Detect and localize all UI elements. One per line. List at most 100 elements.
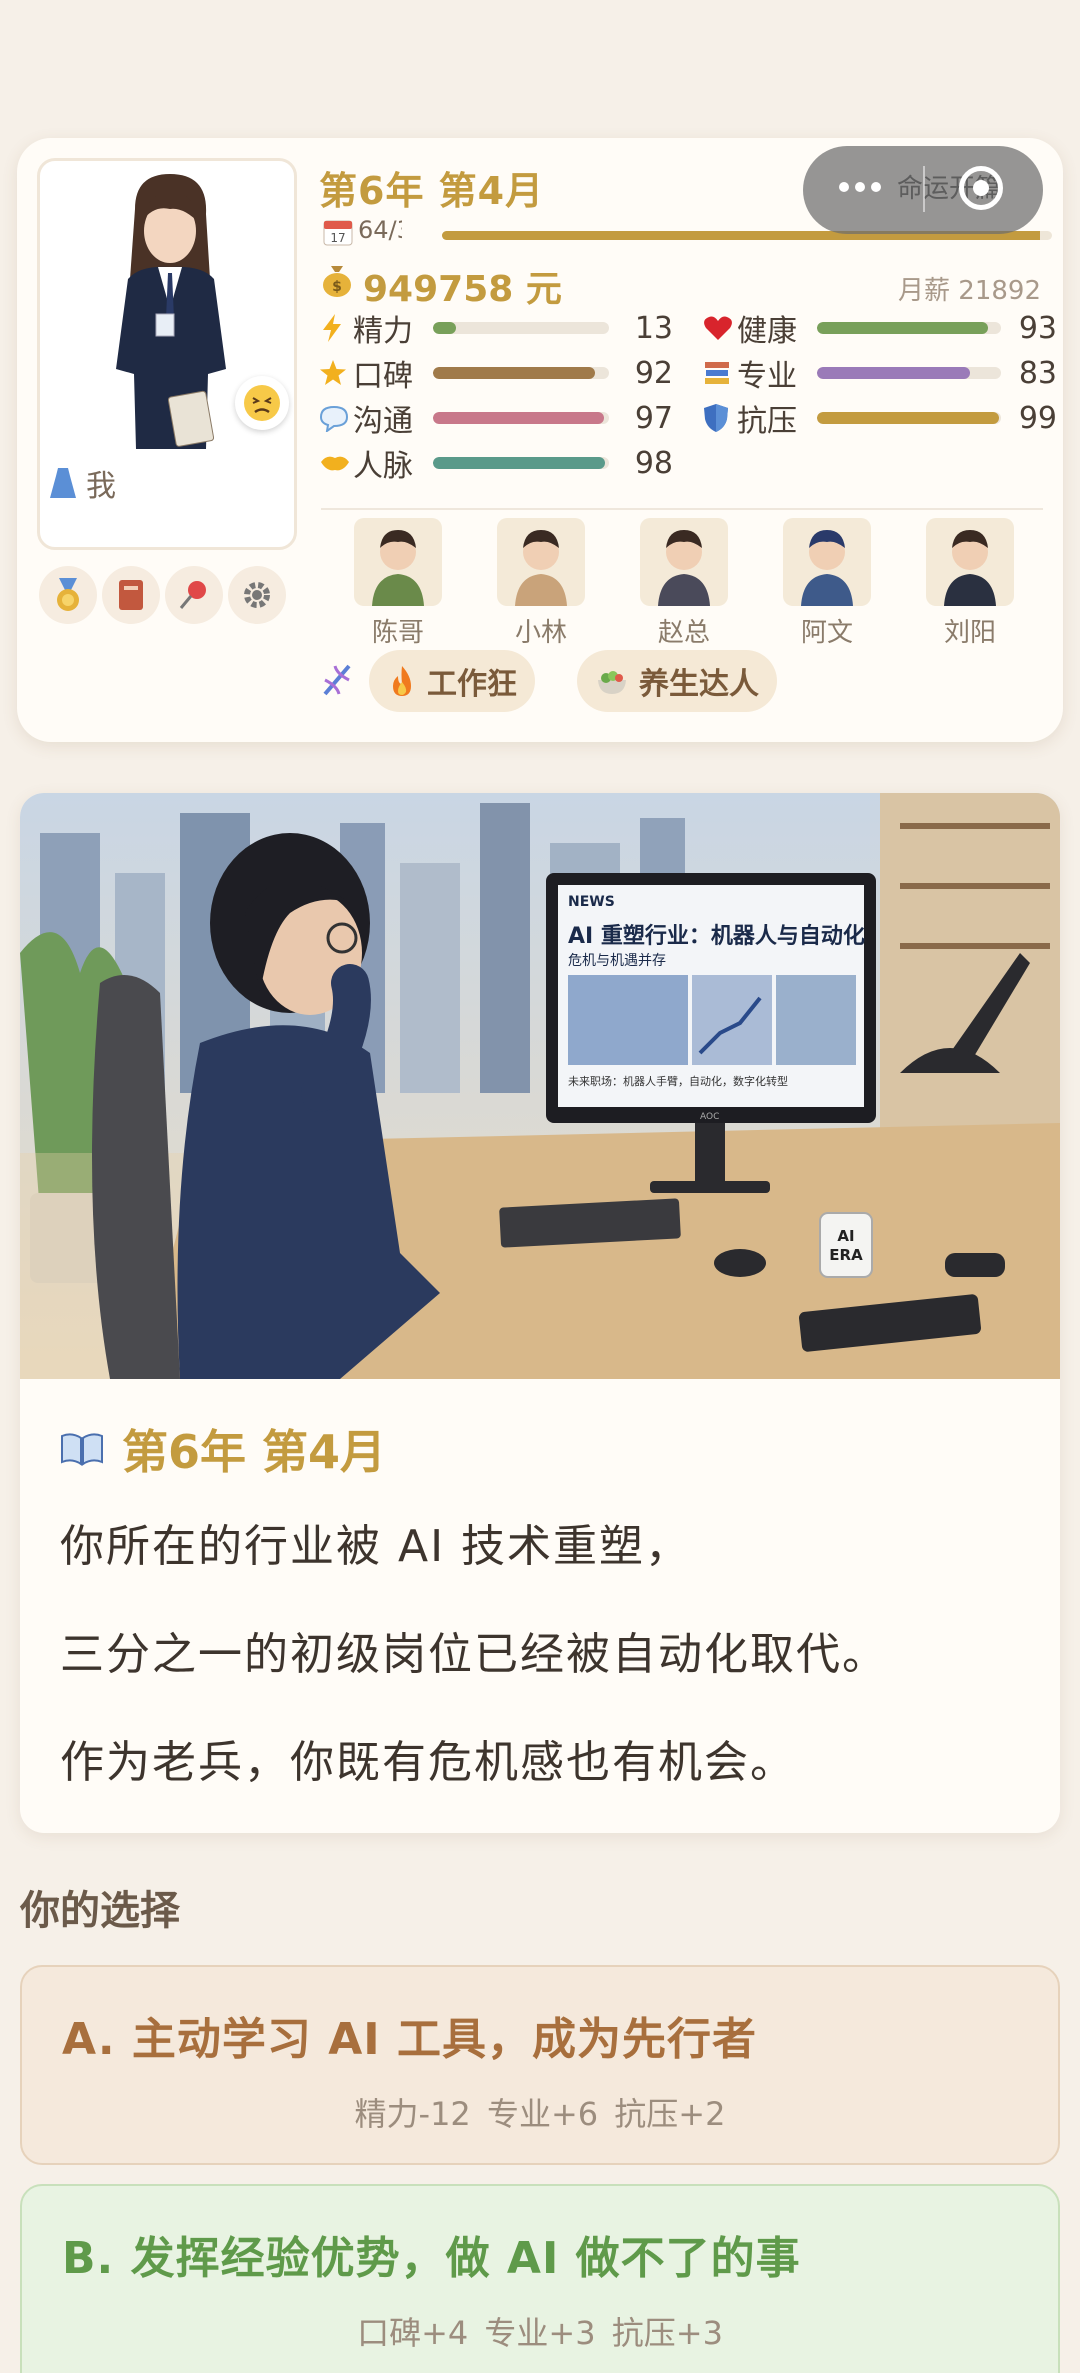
story-title-text: 第6年 第4月	[122, 1425, 387, 1479]
screen-title: AI 重塑行业：机器人与自动化	[568, 923, 865, 949]
choice-b-button[interactable]: B. 发挥经验优势，做 AI 做不了的事 口碑+4 专业+3 抗压+3	[20, 2184, 1060, 2373]
stat-shield: 抗压 99	[703, 396, 1057, 440]
medal-icon[interactable]	[39, 566, 97, 624]
npc-avatar	[354, 518, 442, 606]
mood-tired-icon	[235, 376, 289, 430]
stat-lightning: 精力 13	[319, 306, 673, 350]
player-name: 我	[86, 469, 116, 504]
stat-books: 专业 83	[703, 351, 1057, 395]
player-name-row: 我	[48, 461, 116, 505]
books-icon	[703, 359, 737, 387]
stat-label: 口碑	[353, 359, 413, 394]
salad-icon	[595, 666, 629, 696]
mug-text-2: ERA	[829, 1246, 863, 1264]
npc-avatar	[783, 518, 871, 606]
date-title: 第6年 第4月	[319, 169, 545, 213]
stat-bar	[817, 367, 1001, 379]
player-avatar[interactable]: 我	[37, 158, 297, 550]
stat-speech-bubble: 沟通 97	[319, 396, 673, 440]
choice-a-effects: 精力-12 专业+6 抗压+2	[354, 2095, 726, 2133]
npc-4[interactable]: 阿文	[772, 518, 882, 649]
status-card: 我 第6年 第4月 17 64/36 $ 949758 元 月薪 21892 精…	[17, 138, 1063, 742]
dress-icon	[50, 468, 76, 498]
gear-icon[interactable]	[228, 566, 286, 624]
stat-label: 沟通	[353, 404, 413, 439]
more-menu-icon[interactable]	[839, 182, 881, 192]
choice-b-title: B. 发挥经验优势，做 AI 做不了的事	[62, 2233, 801, 2284]
day-progress-text: 64/36	[358, 216, 402, 244]
stat-heart: 健康 93	[703, 306, 1057, 350]
story-line-3: 作为老兵，你既有危机感也有机会。	[60, 1737, 796, 1788]
stat-bar	[433, 367, 609, 379]
npc-name: 阿文	[800, 618, 853, 648]
svg-text:$: $	[332, 279, 342, 295]
npc-avatar	[497, 518, 585, 606]
choice-a-button[interactable]: A. 主动学习 AI 工具，成为先行者 精力-12 专业+6 抗压+2	[20, 1965, 1060, 2165]
stat-label: 健康	[737, 314, 797, 349]
story-line-2: 三分之一的初级岗位已经被自动化取代。	[60, 1629, 888, 1680]
story-illustration: NEWS AI 重塑行业：机器人与自动化 危机与机遇并存 未来职场：机器人手臂，…	[20, 793, 1060, 1379]
stat-value: 13	[634, 310, 673, 346]
money-bag-icon: $	[323, 266, 351, 297]
npc-avatar	[640, 518, 728, 606]
heart-icon	[703, 314, 737, 342]
close-miniprogram-icon[interactable]	[959, 166, 1003, 210]
open-book-icon	[61, 1433, 103, 1466]
stat-value: 98	[634, 445, 673, 481]
story-title: 第6年 第4月	[58, 1416, 386, 1482]
calendar-icon: 17	[323, 220, 353, 246]
story-line-1: 你所在的行业被 AI 技术重塑，	[60, 1521, 692, 1572]
speech-bubble-icon	[319, 404, 353, 432]
pin-icon[interactable]	[165, 566, 223, 624]
shield-icon	[703, 403, 737, 433]
monthly-salary: 月薪 21892	[898, 276, 1041, 306]
stat-bar	[433, 322, 609, 334]
money-amount: 949758 元	[363, 269, 562, 310]
handshake-icon	[319, 450, 353, 476]
lightning-icon	[319, 313, 353, 343]
capsule-separator	[923, 166, 925, 212]
monitor-brand: AOC	[700, 1112, 719, 1122]
trait-tag-label: 工作狂	[427, 667, 517, 702]
screen-subtitle: 危机与机遇并存	[568, 953, 666, 969]
choices-heading: 你的选择	[20, 1888, 180, 1934]
choice-b-effects: 口碑+4 专业+3 抗压+3	[357, 2314, 723, 2352]
npc-5[interactable]: 刘阳	[915, 518, 1025, 649]
stat-value: 93	[1018, 310, 1057, 346]
stat-value: 92	[634, 355, 673, 391]
divider	[321, 508, 1043, 510]
svg-text:17: 17	[330, 231, 345, 245]
npc-2[interactable]: 小林	[486, 518, 596, 649]
stat-label: 精力	[353, 314, 413, 349]
stat-star: 口碑 92	[319, 351, 673, 395]
stat-bar	[817, 322, 1001, 334]
stat-bar	[433, 457, 609, 469]
fire-icon	[387, 664, 417, 698]
stat-bar	[433, 412, 609, 424]
stat-value: 83	[1018, 355, 1057, 391]
choice-a-title: A. 主动学习 AI 工具，成为先行者	[62, 2014, 757, 2065]
mug-text-1: AI	[837, 1227, 854, 1245]
npc-name: 陈哥	[371, 618, 424, 648]
stat-label: 专业	[737, 359, 797, 394]
trait-tag-label: 养生达人	[639, 667, 759, 702]
stat-bar	[817, 412, 1001, 424]
npc-avatar	[926, 518, 1014, 606]
stat-handshake: 人脉 98	[319, 441, 673, 485]
stat-label: 人脉	[353, 449, 413, 484]
stat-value: 97	[634, 400, 673, 436]
npc-name: 赵总	[657, 618, 710, 648]
dna-icon	[323, 664, 351, 696]
side-menu	[39, 566, 286, 624]
npc-name: 刘阳	[943, 618, 996, 648]
player-portrait	[116, 174, 226, 449]
screen-caption: 未来职场：机器人手臂，自动化，数字化转型	[568, 1074, 788, 1088]
star-icon	[319, 359, 353, 387]
npc-name: 小林	[514, 618, 567, 648]
stat-value: 99	[1018, 400, 1057, 436]
trait-tag-1[interactable]: 工作狂	[369, 650, 535, 712]
npc-3[interactable]: 赵总	[629, 518, 739, 649]
book-icon[interactable]	[102, 566, 160, 624]
npc-1[interactable]: 陈哥	[343, 518, 453, 649]
trait-tag-2[interactable]: 养生达人	[577, 650, 777, 712]
